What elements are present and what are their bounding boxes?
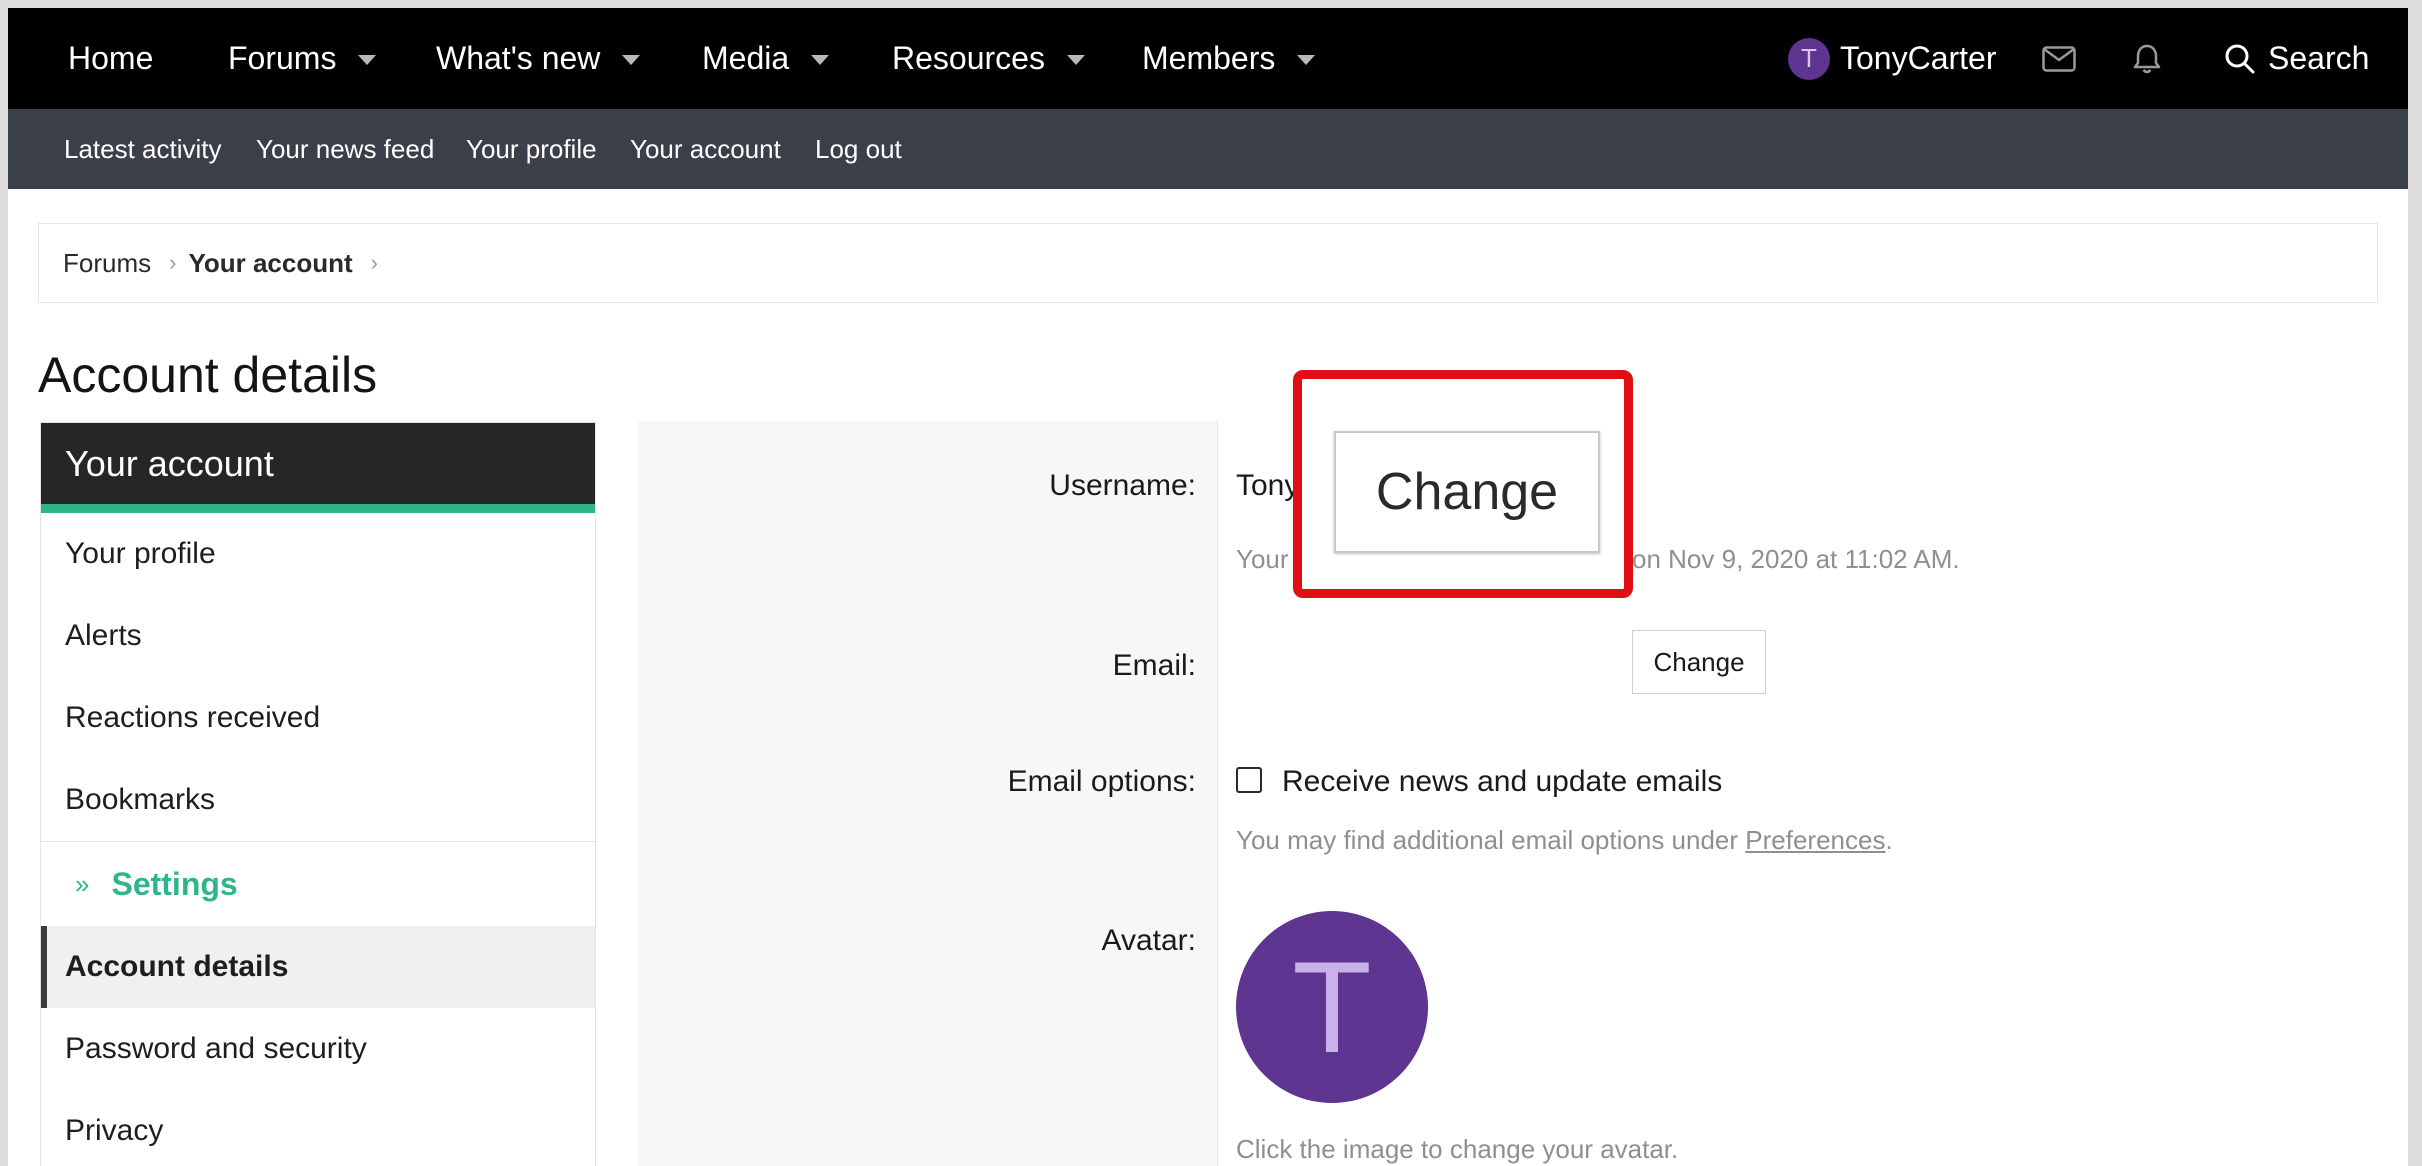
chevron-down-icon[interactable] [811,54,830,65]
sidebar-item-privacy[interactable]: Privacy [41,1090,595,1166]
avatar: T [1788,37,1830,80]
chevron-down-icon[interactable] [358,54,377,65]
preferences-link[interactable]: Preferences [1745,825,1885,855]
subnav-profile[interactable]: Your profile [466,109,597,189]
sub-navigation: Latest activity Your news feed Your prof… [8,109,2408,189]
receive-news-label[interactable]: Receive news and update emails [1282,765,1722,799]
nav-whats-new-label: What's new [436,40,601,76]
nav-media[interactable]: Media [702,8,830,109]
username-change-button[interactable]: Change [1334,431,1600,553]
email-options-label: Email options: [1007,765,1196,798]
nav-forums[interactable]: Forums [228,8,377,109]
sidebar-item-reactions-received[interactable]: Reactions received [41,677,595,759]
receive-news-checkbox[interactable] [1236,767,1262,793]
chevron-down-icon[interactable] [622,54,641,65]
username-hint-end: on Nov 9, 2020 at 11:02 AM. [1632,544,1960,574]
avatar-label: Avatar: [1101,924,1197,957]
sidebar-item-password-security[interactable]: Password and security [41,1008,595,1090]
nav-username: TonyCarter [1840,40,1997,76]
nav-whats-new[interactable]: What's new [436,8,641,109]
search-label: Search [2268,40,2370,76]
nav-user-menu[interactable]: T TonyCarter [1788,8,1997,109]
search-icon [2225,44,2255,73]
account-sidebar: Your account Your profile Alerts Reactio… [40,422,596,1166]
page-title: Account details [38,347,378,403]
email-label: Email: [1112,649,1196,682]
sidebar-item-bookmarks[interactable]: Bookmarks [41,759,595,841]
subnav-latest-activity[interactable]: Latest activity [64,109,222,189]
nav-resources[interactable]: Resources [892,8,1085,109]
breadcrumb-your-account[interactable]: Your account [188,248,352,279]
email-hint-suffix: . [1885,825,1893,855]
username-hint-start: Your [1236,544,1289,574]
avatar-hint: Click the image to change your avatar. [1236,1134,1679,1164]
alerts-button[interactable] [2132,8,2162,109]
chevron-right-icon: › [169,250,177,275]
breadcrumb-forums[interactable]: Forums [63,248,151,279]
nav-media-label: Media [702,40,790,76]
email-options-hint: You may find additional email options un… [1236,825,1893,856]
nav-members[interactable]: Members [1142,8,1316,109]
highlight-box: Change [1293,370,1633,598]
bell-icon [2133,44,2161,73]
sidebar-item-alerts[interactable]: Alerts [41,595,595,677]
email-change-button[interactable]: Change [1632,630,1766,694]
avatar-image[interactable]: T [1236,911,1428,1103]
nav-members-label: Members [1142,40,1276,76]
sidebar-item-your-profile[interactable]: Your profile [41,513,595,595]
subnav-account[interactable]: Your account [630,109,781,189]
sidebar-section-label: Settings [111,865,238,902]
nav-home[interactable]: Home [68,8,153,109]
sidebar-item-account-details[interactable]: Account details [41,926,595,1008]
nav-home-label: Home [68,40,154,76]
nav-forums-label: Forums [228,40,337,76]
nav-resources-label: Resources [892,40,1045,76]
sidebar-section-settings: » Settings [41,842,595,926]
inbox-button[interactable] [2042,8,2076,109]
chevron-down-icon[interactable] [1297,54,1316,65]
username-value: Tony [1236,469,1300,502]
breadcrumb: Forums › Your account › [38,223,2378,303]
subnav-logout[interactable]: Log out [815,109,902,189]
username-label: Username: [1049,469,1196,502]
subnav-news-feed[interactable]: Your news feed [256,109,434,189]
search-button[interactable]: Search [2224,8,2369,109]
email-hint-text: You may find additional email options un… [1236,825,1746,855]
chevron-right-icon: › [370,250,378,275]
double-chevron-right-icon: » [75,868,90,899]
envelope-icon [2042,45,2076,72]
sidebar-header: Your account [41,423,595,513]
top-navigation: Home Forums What's new Media Resources M… [8,8,2408,109]
chevron-down-icon[interactable] [1066,54,1085,65]
page-frame: Home Forums What's new Media Resources M… [8,8,2408,1166]
